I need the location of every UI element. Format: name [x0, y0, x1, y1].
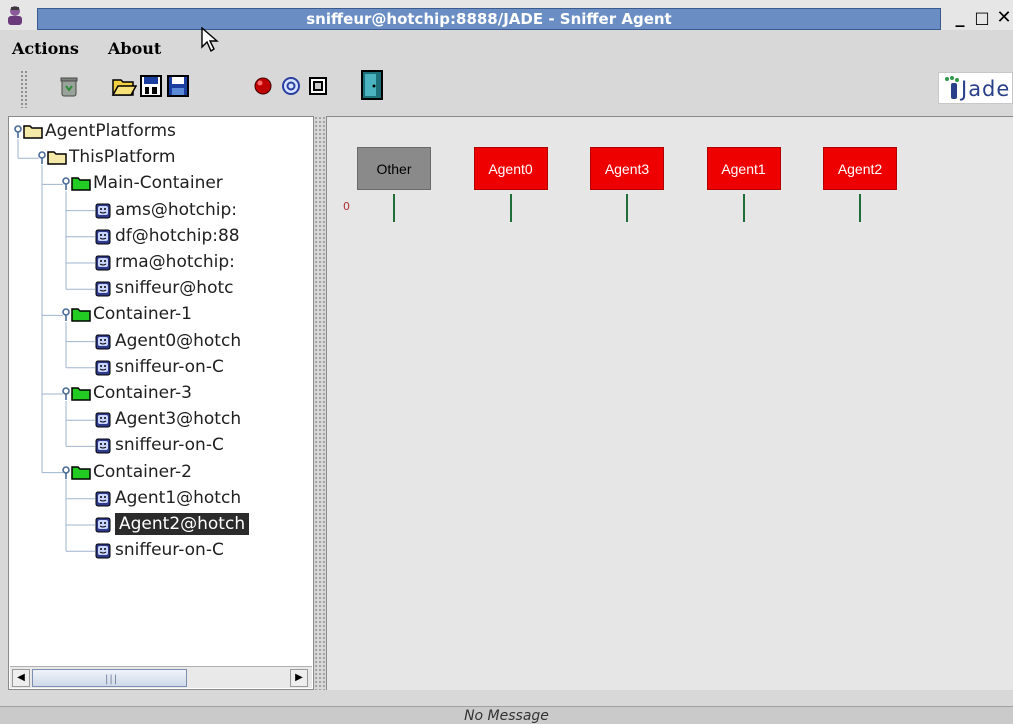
mouse-pointer-icon [201, 27, 219, 53]
agent-lifeline [742, 194, 745, 222]
folder-icon [47, 151, 67, 165]
agent-icon [95, 203, 111, 219]
jade-logo-mark [945, 76, 959, 99]
agent-icon [95, 517, 111, 533]
agent-box[interactable]: Agent2 [823, 147, 897, 190]
expand-handle-icon[interactable] [37, 151, 47, 165]
expand-handle-icon[interactable] [61, 387, 71, 401]
expand-handle-icon[interactable] [61, 177, 71, 191]
sniffer-window: sniffeur@hotchip:8888/JADE - Sniffer Age… [0, 0, 1013, 724]
message-button[interactable] [304, 72, 332, 100]
expand-handle-icon[interactable] [61, 308, 71, 322]
tree-node-label: Agent0@hotch [115, 330, 242, 351]
agent-lifeline [393, 194, 395, 222]
horizontal-scrollbar[interactable]: ◀ ||| ▶ [10, 666, 312, 688]
expand-handle-icon[interactable] [61, 465, 71, 480]
exit-button[interactable] [358, 68, 386, 102]
save-as-button[interactable] [137, 72, 165, 100]
save-icon [167, 75, 189, 97]
toolbar-grip[interactable] [20, 70, 28, 108]
window-title: sniffeur@hotchip:8888/JADE - Sniffer Age… [306, 10, 672, 28]
tree-node-label: sniffeur-on-C [115, 356, 224, 377]
sniff-icon [282, 77, 300, 95]
agent-lifeline [859, 194, 861, 222]
trash-icon [60, 77, 78, 97]
record-icon [254, 77, 272, 95]
maximize-button[interactable]: □ [972, 8, 992, 28]
tree-node-label: ThisPlatform [69, 147, 176, 168]
tree-node-label: sniffeur-on-C [115, 435, 224, 456]
agent-icon [95, 255, 111, 271]
tree-node-label: sniffeur@hotc [115, 278, 234, 299]
folder-icon [23, 125, 43, 139]
tree-node-label: Container-3 [93, 383, 192, 403]
tree-node-label: Agent3@hotch [115, 409, 242, 430]
scrollbar-thumb[interactable]: ||| [32, 669, 187, 687]
tree-node-label: Container-1 [93, 304, 192, 325]
agent-icon [95, 412, 111, 428]
exit-door-icon [361, 70, 383, 100]
open-folder-icon [111, 79, 137, 96]
message-icon [309, 77, 327, 95]
tree-node-label: sniffeur-on-C [115, 540, 224, 561]
container-folder-icon [71, 387, 91, 401]
tree-node-label: rma@hotchip: [115, 252, 235, 272]
menu-actions[interactable]: Actions [12, 39, 79, 58]
save-button[interactable] [164, 72, 192, 100]
message-index-label: 0 [343, 200, 350, 213]
panel-splitter[interactable] [314, 116, 326, 690]
expand-handle-icon[interactable] [13, 125, 23, 139]
scroll-right-arrow-icon[interactable]: ▶ [290, 669, 308, 687]
agent-icon [95, 281, 111, 297]
agent-icon [95, 229, 111, 245]
tree-node-label: Agent1@hotch [115, 487, 242, 508]
sniffer-canvas[interactable]: Other Agent0 Agent3 Agent1 Agent2 0 [326, 116, 1013, 690]
status-message: No Message [464, 708, 549, 724]
menu-bar: Actions About [0, 30, 1013, 64]
jade-logo: Jade [938, 72, 1013, 104]
jade-logo-text: Jade [961, 77, 1011, 101]
agent-lifeline [509, 194, 512, 222]
title-bar[interactable]: sniffeur@hotchip:8888/JADE - Sniffer Age… [0, 0, 1013, 30]
status-bar: No Message [0, 706, 1013, 724]
container-folder-icon [71, 465, 91, 480]
open-button[interactable] [110, 72, 138, 100]
agent-icon [95, 334, 111, 350]
agent-lifeline [626, 194, 628, 222]
agent-icon [95, 543, 111, 559]
scroll-left-arrow-icon[interactable]: ◀ [12, 669, 30, 687]
menu-about[interactable]: About [108, 39, 161, 58]
agent-icon [95, 491, 111, 507]
tree-node-label: ams@hotchip: [115, 199, 238, 220]
close-button[interactable]: ✕ [994, 8, 1013, 28]
agent-app-icon[interactable] [4, 4, 26, 26]
agent-box[interactable]: Agent1 [706, 147, 781, 190]
agent-tree-panel[interactable]: AgentPlatforms ThisPlatform Main-Container… [8, 116, 314, 690]
minimize-button[interactable]: _ [950, 8, 970, 28]
agent-box[interactable]: Agent3 [590, 147, 664, 190]
agent-box[interactable]: Agent0 [473, 147, 548, 190]
sniff-agent-button[interactable] [277, 72, 305, 100]
title-strip[interactable]: sniffeur@hotchip:8888/JADE - Sniffer Age… [37, 8, 941, 30]
clear-canvas-button[interactable] [55, 72, 83, 100]
tree-node-label: Agent2@hotch [115, 513, 250, 535]
tree-node-label: df@hotchip:88 [115, 225, 240, 246]
container-folder-icon [71, 177, 91, 192]
container-folder-icon [71, 308, 91, 323]
tree-node-label: Main-Container [93, 173, 223, 194]
agent-icon [95, 438, 111, 454]
save-as-icon [140, 75, 162, 97]
tree-node-label: Container-2 [93, 461, 192, 482]
record-button[interactable] [249, 72, 277, 100]
toolbar: Jade [0, 64, 1013, 114]
agent-icon [95, 360, 111, 376]
agent-box-other[interactable]: Other [357, 147, 431, 190]
tree-node-label: AgentPlatforms [45, 121, 176, 141]
